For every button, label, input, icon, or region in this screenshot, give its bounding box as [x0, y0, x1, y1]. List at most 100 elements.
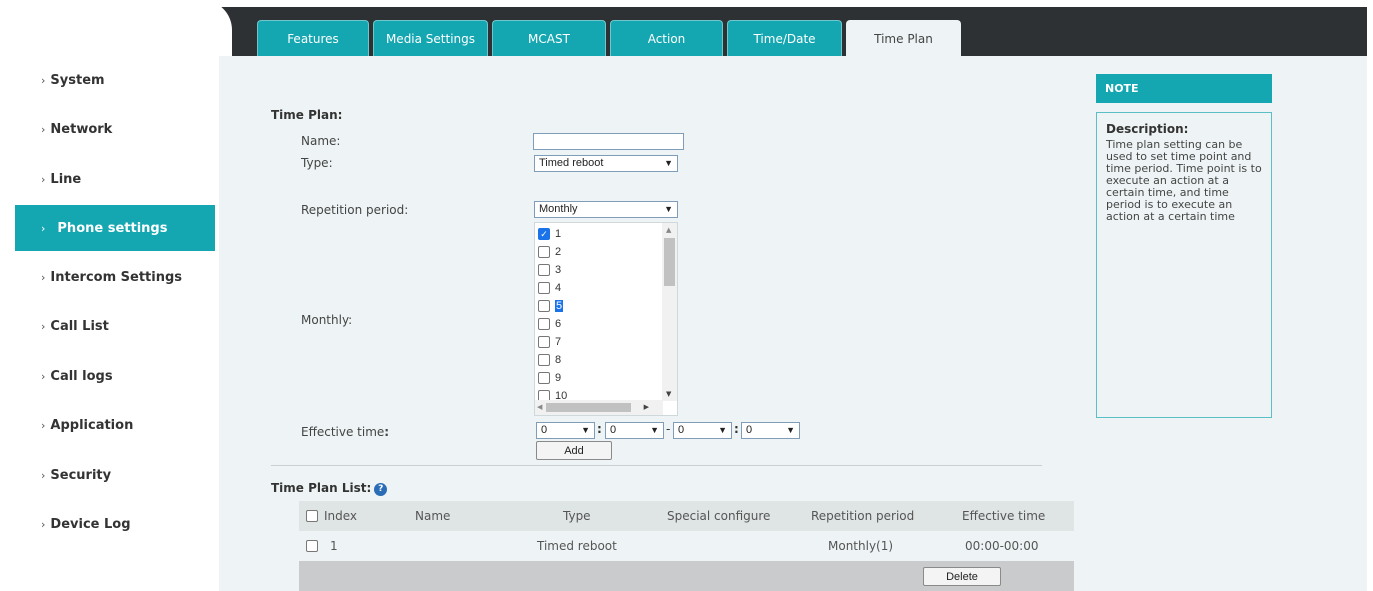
chevron-down-icon: ▼: [581, 425, 590, 435]
day-option[interactable]: ✓ 1: [538, 225, 561, 243]
checkbox-checked-icon[interactable]: ✓: [538, 228, 550, 240]
monthly-day-listbox[interactable]: ✓ 1 2 3 4 5 6 7 8 9 10 ▲ ▼ ◀ ▶: [534, 222, 678, 416]
note-title: Description:: [1106, 122, 1189, 136]
name-input[interactable]: [533, 133, 684, 150]
day-option[interactable]: 5: [538, 297, 564, 315]
tab-features[interactable]: Features: [257, 20, 369, 56]
chevron-right-icon: ›: [41, 122, 46, 136]
chevron-right-icon: ›: [41, 270, 46, 284]
column-header-index: Index: [324, 509, 358, 523]
scroll-down-icon[interactable]: ▼: [666, 390, 671, 398]
sidebar-item-label: Line: [50, 171, 82, 187]
type-select-value: Timed reboot: [539, 157, 604, 169]
note-text: Time plan setting can be used to set tim…: [1106, 138, 1262, 223]
question-circle-icon[interactable]: ?: [374, 482, 388, 496]
day-option[interactable]: 7: [538, 333, 561, 351]
column-header-name: Name: [415, 509, 451, 523]
chevron-down-icon: ▼: [650, 425, 659, 435]
day-option[interactable]: 4: [538, 279, 561, 297]
repetition-select[interactable]: Monthly ▼: [534, 201, 678, 218]
checkbox-icon[interactable]: [538, 372, 550, 384]
delete-button[interactable]: Delete: [923, 567, 1001, 586]
tab-media-settings[interactable]: Media Settings: [373, 20, 488, 56]
sidebar-item-security[interactable]: › Security: [15, 452, 215, 498]
time-plan-list-title: Time Plan List:?: [271, 481, 388, 496]
sidebar-item-label: Call logs: [50, 368, 113, 384]
tab-mcast[interactable]: MCAST: [492, 20, 606, 56]
sidebar-item-label: Call List: [50, 318, 109, 334]
checkbox-icon[interactable]: [538, 300, 550, 312]
sidebar-item-intercom-settings[interactable]: › Intercom Settings: [15, 254, 215, 300]
horizontal-scrollbar[interactable]: ◀ ▶: [535, 400, 663, 415]
time-range-separator: -: [666, 422, 671, 436]
sidebar-item-call-logs[interactable]: › Call logs: [15, 353, 215, 399]
repetition-select-value: Monthly: [539, 203, 578, 215]
sidebar-item-line[interactable]: › Line: [15, 156, 215, 202]
scroll-left-icon[interactable]: ◀: [537, 403, 542, 411]
column-header-repetition: Repetition period: [811, 509, 915, 523]
sidebar-item-device-log[interactable]: › Device Log: [15, 501, 215, 547]
sidebar-item-application[interactable]: › Application: [15, 402, 215, 448]
type-select[interactable]: Timed reboot ▼: [534, 155, 678, 172]
add-button[interactable]: Add: [536, 441, 612, 460]
chevron-right-icon: ›: [41, 369, 46, 383]
scrollbar-thumb[interactable]: [546, 403, 631, 412]
start-hour-select[interactable]: 0 ▼: [536, 422, 595, 439]
row-effective: 00:00-00:00: [965, 539, 1039, 553]
scroll-right-icon[interactable]: ▶: [644, 403, 649, 411]
sidebar-item-label: System: [50, 72, 105, 88]
checkbox-icon[interactable]: [538, 246, 550, 258]
checkbox-icon[interactable]: [538, 318, 550, 330]
vertical-scrollbar[interactable]: ▲ ▼: [662, 223, 677, 401]
row-type: Timed reboot: [537, 539, 617, 553]
repetition-label: Repetition period:: [301, 203, 409, 217]
sidebar-item-network[interactable]: › Network: [15, 106, 215, 152]
checkbox-icon[interactable]: [538, 336, 550, 348]
sidebar-item-label: Intercom Settings: [50, 269, 183, 285]
scroll-up-icon[interactable]: ▲: [666, 226, 671, 234]
scrollbar-thumb[interactable]: [664, 238, 675, 286]
table-header: Index Name Type Special configure Repeti…: [299, 501, 1074, 531]
chevron-right-icon: ›: [41, 172, 46, 186]
day-option[interactable]: 3: [538, 261, 561, 279]
day-option[interactable]: 8: [538, 351, 561, 369]
row-repetition: Monthly(1): [828, 539, 894, 553]
name-label: Name:: [301, 134, 341, 148]
checkbox-icon[interactable]: [538, 282, 550, 294]
chevron-down-icon: ▼: [786, 425, 795, 435]
sidebar-item-label: Network: [50, 121, 113, 137]
sidebar-item-system[interactable]: › System: [15, 57, 215, 103]
day-option[interactable]: 2: [538, 243, 561, 261]
tab-time-plan[interactable]: Time Plan: [846, 20, 961, 56]
chevron-right-icon: ›: [41, 517, 46, 531]
end-minute-select[interactable]: 0 ▼: [741, 422, 800, 439]
main-panel: Time Plan: Name: Type: Timed reboot ▼ Re…: [219, 56, 1367, 591]
sidebar: › System › Network › Line › Phone settings ›…: [0, 56, 215, 591]
top-bar: Features Media Settings MCAST Action Tim…: [0, 0, 1373, 56]
row-checkbox[interactable]: [306, 540, 318, 552]
chevron-right-icon: ›: [41, 73, 46, 87]
checkbox-icon[interactable]: [538, 354, 550, 366]
tab-time-date[interactable]: Time/Date: [727, 20, 842, 56]
start-minute-select[interactable]: 0 ▼: [605, 422, 664, 439]
note-header: NOTE: [1096, 74, 1272, 103]
type-label: Type:: [301, 156, 333, 170]
sidebar-item-phone-settings[interactable]: › Phone settings: [15, 205, 215, 251]
chevron-right-icon: ›: [41, 221, 46, 235]
day-option[interactable]: 6: [538, 315, 561, 333]
time-separator: :: [734, 422, 739, 436]
sidebar-item-call-list[interactable]: › Call List: [15, 303, 215, 349]
select-all-checkbox[interactable]: [306, 510, 318, 522]
sidebar-item-label: Security: [50, 467, 112, 483]
column-header-special: Special configure: [667, 509, 771, 523]
chevron-down-icon: ▼: [718, 425, 727, 435]
sidebar-item-label: Phone settings: [57, 220, 168, 236]
time-separator: :: [597, 422, 602, 436]
tab-action[interactable]: Action: [610, 20, 723, 56]
chevron-right-icon: ›: [41, 319, 46, 333]
end-hour-select[interactable]: 0 ▼: [673, 422, 732, 439]
note-panel: Description: Time plan setting can be us…: [1096, 112, 1272, 418]
sidebar-item-label: Application: [50, 417, 134, 433]
checkbox-icon[interactable]: [538, 264, 550, 276]
day-option[interactable]: 9: [538, 369, 561, 387]
